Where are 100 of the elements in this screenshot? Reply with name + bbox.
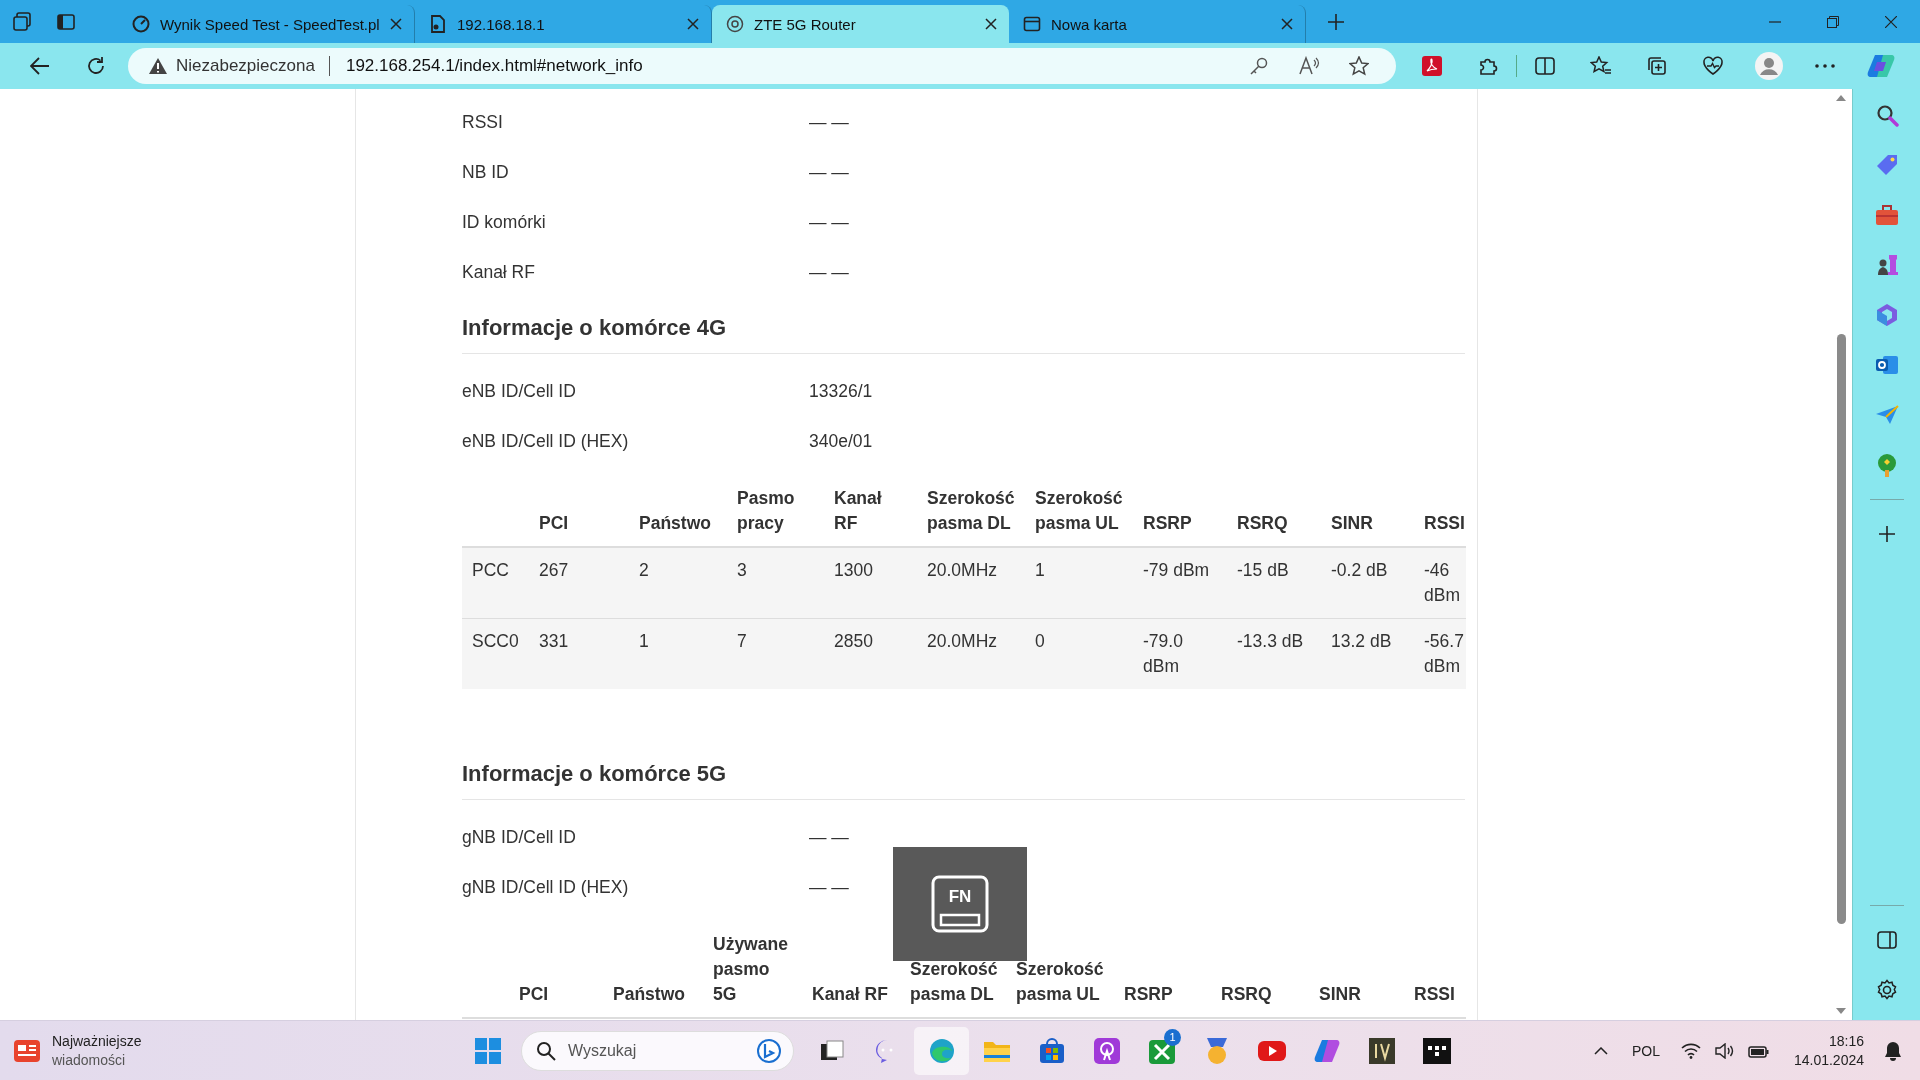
field-label: eNB ID/Cell ID (HEX) [462,430,630,452]
toolbox-icon [1874,204,1899,226]
key-outline-icon [931,875,989,933]
field-value: — — [809,261,849,283]
section-heading: Informacje o komórce 4G [462,313,1465,354]
chevron-up-icon [1593,1046,1608,1055]
table-cell: 1300 [824,547,917,619]
table-cell: 7 [727,618,824,689]
tab-close-button[interactable] [985,18,997,30]
podcast-icon [1093,1037,1120,1064]
column-header: RSRQ [1211,922,1309,1018]
favorite-star-button[interactable] [1349,56,1369,76]
search-icon [1874,103,1899,127]
plus-icon [1327,12,1345,31]
gauge-icon [132,15,150,33]
clock-date: 14.01.2024 [1793,1050,1864,1070]
field-value: 13326/1 [809,380,873,402]
search-icon [536,1040,556,1061]
field-value: — — [809,211,849,233]
new-tab-icon [1023,15,1041,33]
section-heading: Informacje o komórce 5G [462,759,1465,800]
star-icon [1349,56,1369,76]
table-cell: 1 [629,618,727,689]
field-label: ID komórki [462,211,547,233]
close-icon [390,18,402,30]
clock[interactable]: 18:16 14.01.2024 [1775,1031,1876,1070]
clock-time: 18:16 [1828,1031,1864,1051]
column-header: SINR [1309,922,1404,1018]
read-aloud-button[interactable] [1298,56,1320,76]
table-cell: 2 [629,547,727,619]
table-cell: 13.2 dB [1321,618,1414,689]
mail-icon [1874,353,1899,377]
pdf-icon [1422,56,1442,76]
paper-plane-icon [1874,405,1899,425]
column-header: RSSI [1404,922,1466,1018]
panel-icon [1876,931,1897,949]
field-label: RSSI [462,111,504,133]
news-subtitle: wiadomości [52,1050,127,1070]
table-cell: PCC [462,547,529,619]
copilot-icon [1867,52,1895,80]
document-icon [429,15,447,33]
tab-close-button[interactable] [1281,18,1293,30]
table-cell: -13.3 dB [1227,618,1321,689]
close-icon [1885,15,1897,28]
field-label: NB ID [462,161,510,183]
notification-badge: 1 [1164,1028,1181,1046]
tab-close-button[interactable] [687,18,699,30]
search-placeholder: Wyszukaj [568,1041,638,1060]
security-warning-text[interactable]: Niezabezpieczona [176,56,315,76]
news-widget[interactable]: Najważniejsze wiadomości [0,1026,460,1075]
xbox-app-button[interactable]: 1 [1134,1026,1189,1075]
browser-app-button[interactable] [914,1026,969,1075]
field-value: 340e/01 [809,430,873,452]
table-cell: 0 [1025,618,1133,689]
office-icon [1874,303,1899,327]
restore-icon [1827,15,1839,28]
more-icon [1815,64,1835,68]
table-cell: SCC0 [462,618,529,689]
field-value: — — [809,876,849,898]
task-view-icon [819,1038,844,1063]
column-header: Używane pasmo 5G [703,922,802,1018]
address-field[interactable]: Niezabezpieczona 192.168.254.1/index.html#network_info [128,48,1396,84]
field-label: eNB ID/Cell ID [462,380,577,402]
table-cell: 3 [727,547,824,619]
tabs-icon [56,11,76,32]
warning-icon [148,57,168,75]
news-icon [14,1039,40,1062]
table-cell: 267 [529,547,629,619]
key-icon [1249,56,1269,76]
language-indicator[interactable]: POL [1617,1042,1674,1059]
field-label: Kanał RF [462,261,536,283]
field-label: gNB ID/Cell ID (HEX) [462,876,630,898]
reload-icon [86,56,106,76]
bell-icon [1884,1040,1902,1061]
close-icon [687,18,699,30]
table-cell: 20.0MHz [917,547,1025,619]
swirl-logo-icon [927,1036,956,1065]
close-icon [1281,18,1293,30]
key-label: FN [947,887,973,907]
heart-pulse-icon [1702,56,1724,76]
bing-icon [757,1038,781,1063]
video-play-icon [1257,1040,1286,1061]
field-label: gNB ID/Cell ID [462,826,577,848]
table-cell: 331 [529,618,629,689]
favorites-star-icon [1590,56,1612,76]
table-cell: -15 dB [1227,547,1321,619]
tab-close-button[interactable] [390,18,402,30]
table-cell: -46 dBm [1414,547,1466,619]
speaker-icon [1714,1042,1735,1059]
music-dots-icon [1422,1037,1451,1064]
field-value: — — [809,826,849,848]
close-icon [985,18,997,30]
collections-icon [1647,56,1667,76]
field-value: — — [809,111,849,133]
browser-tab[interactable]: ZTE 5G Router [712,5,1009,43]
shopping-bag-icon [1038,1037,1065,1064]
puzzle-icon [1478,56,1498,76]
key-icon-button[interactable] [1249,56,1269,76]
search-field[interactable]: Wyszukaj [521,1030,794,1071]
back-arrow-icon [30,57,50,75]
